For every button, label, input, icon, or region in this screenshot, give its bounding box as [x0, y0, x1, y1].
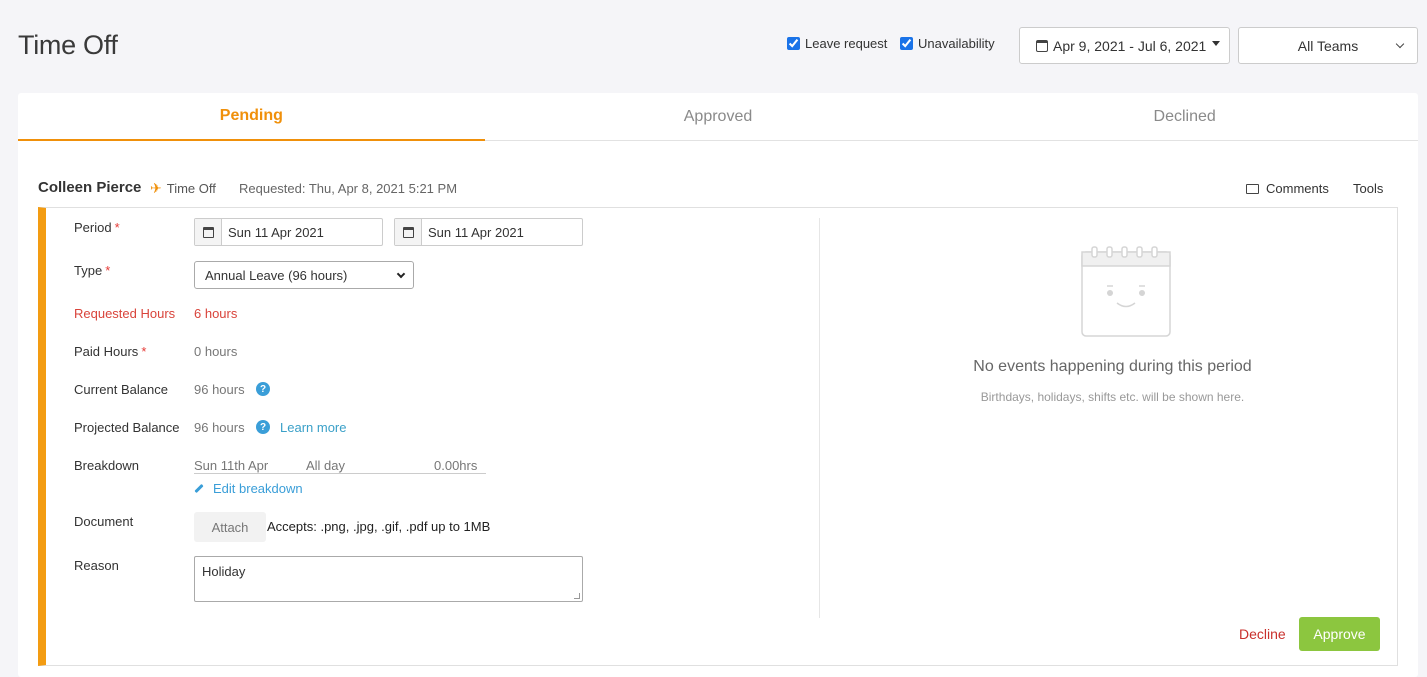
reason-value: Holiday [202, 564, 246, 579]
requested-timestamp: Requested: Thu, Apr 8, 2021 5:21 PM [239, 181, 458, 196]
current-balance-value: 96 hours [194, 382, 245, 397]
requested-hours-value: 6 hours [194, 306, 238, 321]
unavailability-label: Unavailability [918, 36, 995, 51]
document-label: Document [74, 514, 134, 529]
request-panel: Period * Sun 11 Apr 2021 Sun 11 Apr 2021 … [38, 207, 1398, 666]
attach-note: Accepts: .png, .jpg, .gif, .pdf up to 1M… [267, 519, 491, 534]
paid-hours-label: Paid Hours * [74, 344, 146, 359]
empty-state-subtitle: Birthdays, holidays, shifts etc. will be… [980, 390, 1245, 404]
empty-calendar-icon [1081, 246, 1171, 337]
panel-divider [819, 218, 820, 618]
airplane-icon: ✈ [150, 180, 162, 196]
unavailability-filter[interactable]: Unavailability [900, 36, 995, 51]
request-type-label: Time Off [166, 181, 216, 196]
paid-hours-label-text: Paid Hours [74, 344, 139, 359]
tab-pending[interactable]: Pending [18, 93, 485, 141]
projected-balance-value: 96 hours [194, 420, 245, 435]
leave-type-select[interactable]: Annual Leave (96 hours) [194, 261, 414, 289]
edit-breakdown-link[interactable]: Edit breakdown [194, 481, 303, 496]
breakdown-label: Breakdown [74, 458, 140, 473]
breakdown-row: Sun 11th Apr All day 0.00hrs [194, 450, 486, 474]
breakdown-hours: 0.00hrs [434, 458, 478, 473]
leave-request-label: Leave request [805, 36, 888, 51]
status-tabs: Pending Approved Declined [18, 93, 1418, 141]
calendar-icon [195, 219, 222, 245]
period-label-text: Period [74, 220, 112, 235]
date-range-button[interactable]: Apr 9, 2021 - Jul 6, 2021 [1019, 27, 1230, 64]
period-end-input[interactable]: Sun 11 Apr 2021 [394, 218, 583, 246]
unavailability-checkbox[interactable] [900, 37, 913, 50]
help-icon[interactable]: ? [256, 382, 270, 396]
period-start-input[interactable]: Sun 11 Apr 2021 [194, 218, 383, 246]
pencil-icon [194, 483, 204, 494]
team-select-value: All Teams [1297, 37, 1359, 54]
calendar-icon [1036, 39, 1048, 52]
type-label-text: Type [74, 263, 103, 278]
page-title: Time Off [18, 30, 118, 60]
team-select[interactable]: All Teams [1238, 27, 1418, 64]
learn-more-link[interactable]: Learn more [280, 420, 346, 435]
required-marker: * [105, 263, 111, 278]
paid-hours-value: 0 hours [194, 344, 238, 359]
breakdown-period: All day [306, 458, 346, 473]
comments-button[interactable]: Comments [1246, 181, 1329, 196]
comments-label: Comments [1266, 181, 1329, 196]
projected-balance-label: Projected Balance [74, 420, 180, 435]
calendar-icon [395, 219, 422, 245]
leave-request-filter[interactable]: Leave request [787, 36, 887, 51]
empty-state-title: No events happening during this period [973, 358, 1252, 375]
caret-down-icon [1212, 41, 1221, 46]
tab-declined[interactable]: Declined [951, 93, 1418, 141]
required-marker: * [141, 344, 147, 359]
period-start-value: Sun 11 Apr 2021 [228, 224, 324, 240]
type-label: Type * [74, 263, 110, 278]
leave-type-value: Annual Leave (96 hours) [205, 267, 348, 283]
tools-button[interactable]: Tools [1353, 181, 1383, 196]
request-type: ✈ Time Off [150, 180, 216, 197]
edit-breakdown-label: Edit breakdown [213, 481, 303, 496]
attach-button[interactable]: Attach [194, 512, 266, 542]
help-icon[interactable]: ? [256, 420, 270, 434]
chevron-down-icon [396, 269, 406, 279]
comment-icon [1246, 183, 1259, 194]
leave-request-checkbox[interactable] [787, 37, 800, 50]
time-off-card: Pending Approved Declined Colleen Pierce… [18, 93, 1418, 677]
reason-textarea[interactable]: Holiday [194, 556, 583, 602]
employee-name: Colleen Pierce [38, 179, 142, 196]
required-marker: * [114, 220, 120, 235]
date-range-label: Apr 9, 2021 - Jul 6, 2021 [1053, 37, 1207, 54]
resize-handle-icon[interactable] [574, 593, 580, 599]
tab-approved[interactable]: Approved [485, 93, 952, 141]
current-balance-label: Current Balance [74, 382, 168, 397]
requested-hours-label: Requested Hours [74, 306, 176, 321]
reason-label: Reason [74, 558, 119, 573]
period-label: Period * [74, 220, 120, 235]
approve-button[interactable]: Approve [1299, 617, 1380, 651]
decline-button[interactable]: Decline [1239, 626, 1286, 642]
period-end-value: Sun 11 Apr 2021 [428, 224, 524, 240]
chevron-down-icon [1395, 39, 1405, 49]
breakdown-date: Sun 11th Apr [194, 458, 269, 473]
